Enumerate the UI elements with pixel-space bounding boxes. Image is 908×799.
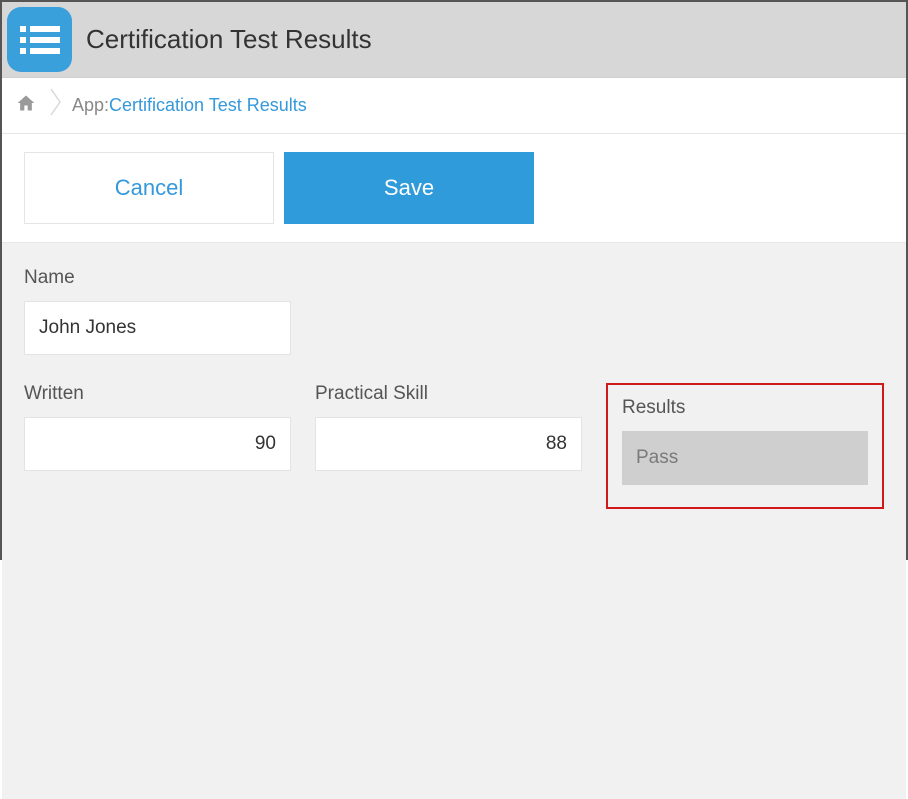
name-input[interactable] xyxy=(24,301,291,355)
field-practical: Practical Skill xyxy=(315,383,582,509)
practical-input[interactable] xyxy=(315,417,582,471)
results-highlight: Results Pass xyxy=(606,383,884,509)
written-label: Written xyxy=(24,383,291,405)
app-list-icon xyxy=(7,7,72,72)
breadcrumb: App: Certification Test Results xyxy=(2,78,906,134)
app-header: Certification Test Results xyxy=(2,2,906,78)
form-area: Name Written Practical Skill Results Pas… xyxy=(2,243,906,799)
cancel-button[interactable]: Cancel xyxy=(24,152,274,224)
save-button[interactable]: Save xyxy=(284,152,534,224)
breadcrumb-app-link[interactable]: Certification Test Results xyxy=(109,95,307,116)
results-label: Results xyxy=(622,397,868,419)
name-label: Name xyxy=(24,267,884,289)
field-written: Written xyxy=(24,383,291,509)
written-input[interactable] xyxy=(24,417,291,471)
practical-label: Practical Skill xyxy=(315,383,582,405)
results-readonly: Pass xyxy=(622,431,868,485)
chevron-right-icon xyxy=(50,88,62,123)
home-icon[interactable] xyxy=(16,93,36,118)
page-title: Certification Test Results xyxy=(86,24,372,55)
toolbar: Cancel Save xyxy=(2,134,906,243)
breadcrumb-prefix: App: xyxy=(72,95,109,116)
field-name: Name xyxy=(24,267,884,355)
